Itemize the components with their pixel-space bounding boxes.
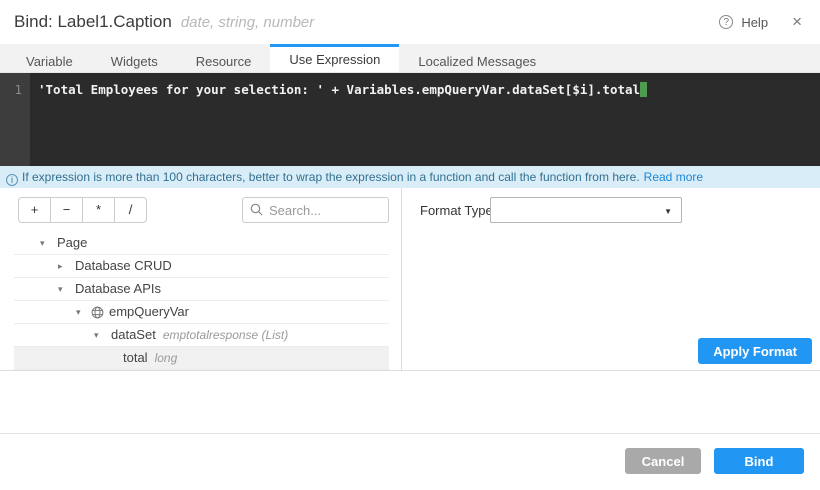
search-input[interactable] [242, 197, 389, 223]
format-panel: Format Type ▼ Apply Format [402, 188, 820, 370]
expression-editor[interactable]: 1 'Total Employees for your selection: '… [0, 73, 820, 166]
chevron-down-icon[interactable]: ▾ [76, 301, 90, 323]
tree-node-type-hint: long [154, 351, 178, 365]
multiply-operator-button[interactable]: * [82, 197, 115, 223]
tree-node-total[interactable]: total long [14, 347, 389, 370]
tab-resource[interactable]: Resource [177, 44, 271, 72]
chevron-down-icon: ▼ [664, 207, 672, 216]
apply-format-button[interactable]: Apply Format [698, 338, 812, 364]
format-type-select[interactable]: ▼ [490, 197, 682, 223]
dialog-footer: Cancel Bind [0, 433, 820, 490]
tab-widgets[interactable]: Widgets [92, 44, 177, 72]
divide-operator-button[interactable]: / [114, 197, 147, 223]
tree-node-page[interactable]: ▾ Page [14, 232, 389, 255]
main-area: + − * / ▾ Page ▸ Database CRUD ▾ Databas… [0, 188, 820, 371]
tree-node-label: Database CRUD [75, 258, 172, 273]
variable-tree: ▾ Page ▸ Database CRUD ▾ Database APIs ▾… [14, 232, 389, 370]
tab-bar: Variable Widgets Resource Use Expression… [0, 44, 820, 73]
tab-use-expression[interactable]: Use Expression [270, 44, 400, 72]
tree-node-label: empQueryVar [109, 304, 189, 319]
tree-node-database-crud[interactable]: ▸ Database CRUD [14, 255, 389, 278]
tree-node-label: Page [57, 235, 88, 250]
tree-node-database-apis[interactable]: ▾ Database APIs [14, 278, 389, 301]
dialog-header: Bind: Label1.Caption date, string, numbe… [0, 0, 820, 44]
tree-node-label: dataSet [111, 327, 156, 342]
text-cursor [640, 82, 648, 97]
dialog-subtitle: date, string, number [180, 13, 315, 31]
editor-line-number: 1 [0, 73, 30, 166]
tree-node-label: Database APIs [75, 281, 161, 296]
cancel-button[interactable]: Cancel [625, 448, 701, 474]
dialog-title: Bind: Label1.Caption [14, 12, 172, 31]
help-link[interactable]: Help [741, 15, 768, 30]
tree-node-empqueryvar[interactable]: ▾ empQueryVar [14, 301, 389, 324]
close-icon[interactable]: × [792, 13, 802, 30]
minus-operator-button[interactable]: − [50, 197, 83, 223]
service-variable-icon [91, 306, 104, 319]
tree-node-dataset[interactable]: ▾ dataSet emptotalresponse (List) [14, 324, 389, 347]
chevron-down-icon[interactable]: ▾ [94, 324, 108, 346]
expression-code-line[interactable]: 'Total Employees for your selection: ' +… [30, 73, 648, 166]
read-more-link[interactable]: Read more [644, 170, 703, 184]
help-icon[interactable]: ? [719, 15, 734, 29]
chevron-down-icon[interactable]: ▾ [58, 278, 72, 300]
operator-button-group: + − * / [18, 197, 147, 223]
tree-node-label: total [123, 350, 148, 365]
bind-button[interactable]: Bind [714, 448, 804, 474]
format-type-label: Format Type [420, 203, 493, 218]
info-icon: i [6, 174, 18, 186]
tree-node-type-hint: emptotalresponse (List) [162, 328, 289, 342]
chevron-down-icon[interactable]: ▾ [40, 232, 54, 254]
search-icon [250, 203, 263, 216]
chevron-right-icon[interactable]: ▸ [58, 255, 72, 277]
tab-variable[interactable]: Variable [7, 44, 92, 72]
variable-tree-panel: + − * / ▾ Page ▸ Database CRUD ▾ Databas… [0, 188, 402, 370]
tab-localized-messages[interactable]: Localized Messages [399, 44, 555, 72]
info-bar: i If expression is more than 100 characte… [0, 166, 820, 188]
plus-operator-button[interactable]: + [18, 197, 51, 223]
info-text: If expression is more than 100 character… [22, 170, 640, 184]
expression-text: 'Total Employees for your selection: ' +… [38, 82, 641, 97]
